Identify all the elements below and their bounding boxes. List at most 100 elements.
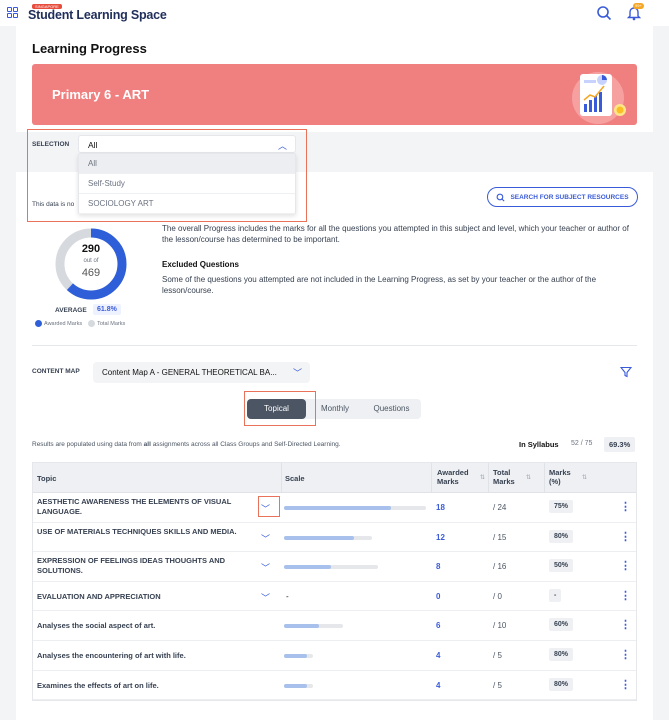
divider [32,345,637,346]
table-row[interactable]: Analyses the social aspect of art. 6 / 10 6… [33,611,636,641]
highlight-topical-tab [244,391,316,426]
legend-awarded: Awarded Marks [44,320,83,327]
out-of-label: out of [83,258,99,264]
header-topic[interactable]: Topic [37,474,56,483]
scale-fill [284,653,307,658]
more-options-icon[interactable]: ⋮ [620,618,631,631]
more-options-icon[interactable]: ⋮ [620,648,631,661]
donut-legend: Awarded Marks Total Marks [35,320,125,327]
more-options-icon[interactable]: ⋮ [620,530,631,543]
marks-percent: 80% [549,677,574,691]
tab-questions[interactable]: Questions [364,399,419,419]
sort-icon[interactable]: ⇅ [526,474,531,481]
topic-name: EVALUATION AND APPRECIATION [37,591,161,601]
filter-icon[interactable] [620,366,632,378]
awarded-marks-value: 290 [81,243,101,255]
average-label: AVERAGE [55,307,87,314]
table-row[interactable]: EVALUATION AND APPRECIATION ﹀ - 0 / 0 - ⋮ [33,582,636,612]
highlight-selection [27,129,307,222]
total-marks-value: 469 [81,267,101,279]
total-marks: / 15 [493,532,507,542]
banner-title: Primary 6 - ART [52,87,150,102]
legend-total-dot [88,320,96,327]
total-marks: / 10 [493,621,507,631]
results-note: Results are populated using data from al… [32,441,341,448]
table-row[interactable]: AESTHETIC AWARENESS THE ELEMENTS OF VISU… [33,493,636,523]
legend-total: Total Marks [97,320,126,327]
content-map-label: CONTENT MAP [32,368,80,375]
progress-donut [55,228,127,300]
scale-fill [284,624,319,629]
awarded-marks: 6 [436,621,441,631]
awarded-marks: 4 [436,680,441,690]
marks-percent: 80% [549,647,574,661]
legend-awarded-dot [35,320,42,327]
overall-description: The overall Progress includes the marks … [162,224,629,244]
total-marks: / 5 [493,650,502,660]
awarded-marks: 0 [436,591,441,601]
chevron-down-icon[interactable]: ﹀ [261,532,270,545]
topic-name: Analyses the encountering of art with li… [37,650,186,660]
search-icon[interactable] [596,5,612,21]
table-row[interactable]: EXPRESSION OF FEELINGS IDEAS THOUGHTS AN… [33,552,636,582]
table-row[interactable]: Analyses the encountering of art with li… [33,641,636,671]
main-panel: Learning Progress Primary 6 - ART SELECT… [16,26,653,720]
scale-track [284,506,426,510]
table-header: Topic Scale Awarded Marks ⇅ Total Marks … [33,463,636,493]
results-bold: all [143,441,151,448]
awarded-marks: 12 [436,532,445,542]
table-body: AESTHETIC AWARENESS THE ELEMENTS OF VISU… [33,493,636,701]
search-icon [497,193,505,202]
awarded-marks: 4 [436,650,441,660]
subject-banner: Primary 6 - ART [32,64,637,125]
header-scale[interactable]: Scale [285,474,305,483]
logo-text: Student Learning Space [28,8,167,22]
topic-name: Examines the effects of art on life. [37,680,159,690]
chevron-down-icon[interactable]: ﹀ [261,591,270,604]
scale-track [284,683,313,688]
total-marks: / 24 [493,503,507,512]
top-bar: SINGAPORE Student Learning Space 99+ [0,0,669,26]
header-total[interactable]: Total Marks [493,468,527,486]
tab-monthly[interactable]: Monthly [309,399,361,419]
excluded-description: Some of the questions you attempted are … [162,275,597,295]
header-marks-percent[interactable]: Marks (%) [549,468,581,486]
marks-percent: 60% [549,618,574,632]
chevron-down-icon[interactable]: ﹀ [261,561,270,574]
header-awarded[interactable]: Awarded Marks [437,468,481,486]
table-row[interactable]: Examines the effects of art on life. 4 / 5… [33,671,636,701]
sort-icon[interactable]: ⇅ [480,474,485,481]
scale-fill [284,535,354,540]
marks-percent: 75% [549,500,574,513]
total-marks: / 5 [493,680,502,690]
more-options-icon[interactable]: ⋮ [620,500,631,513]
results-prefix: Results are populated using data from [32,441,144,448]
content-map-value: Content Map A - GENERAL THEORETICAL BA..… [102,368,277,377]
scale-track [284,653,313,658]
total-marks: / 0 [493,591,502,601]
content-map-dropdown[interactable]: Content Map A - GENERAL THEORETICAL BA..… [93,362,310,383]
highlight-expand-button [258,496,280,517]
grid-icon[interactable] [7,7,18,18]
topic-name: USE OF MATERIALS TECHNIQUES SKILLS AND M… [37,526,237,536]
results-suffix: assignments across all Class Groups and … [150,441,341,448]
topic-name: Analyses the social aspect of art. [37,621,156,631]
more-options-icon[interactable]: ⋮ [620,678,631,691]
page-title: Learning Progress [32,41,147,56]
awarded-marks: 18 [436,503,445,512]
more-options-icon[interactable]: ⋮ [620,559,631,572]
average-value: 61.8% [93,304,121,315]
total-marks: / 16 [493,562,507,572]
topic-name: AESTHETIC AWARENESS THE ELEMENTS OF VISU… [37,497,232,516]
in-syllabus-percent: 69.3% [604,437,636,452]
awarded-marks: 8 [436,562,441,572]
more-options-icon[interactable]: ⋮ [620,589,631,602]
search-resources-button[interactable]: SEARCH FOR SUBJECT RESOURCES [487,187,638,207]
table-row[interactable]: USE OF MATERIALS TECHNIQUES SKILLS AND M… [33,523,636,553]
marks-percent: - [549,588,562,602]
scale-fill [284,565,331,570]
sort-icon[interactable]: ⇅ [582,474,587,481]
scale-fill [284,506,391,510]
header-divider [488,463,489,493]
scale-track [284,535,372,540]
